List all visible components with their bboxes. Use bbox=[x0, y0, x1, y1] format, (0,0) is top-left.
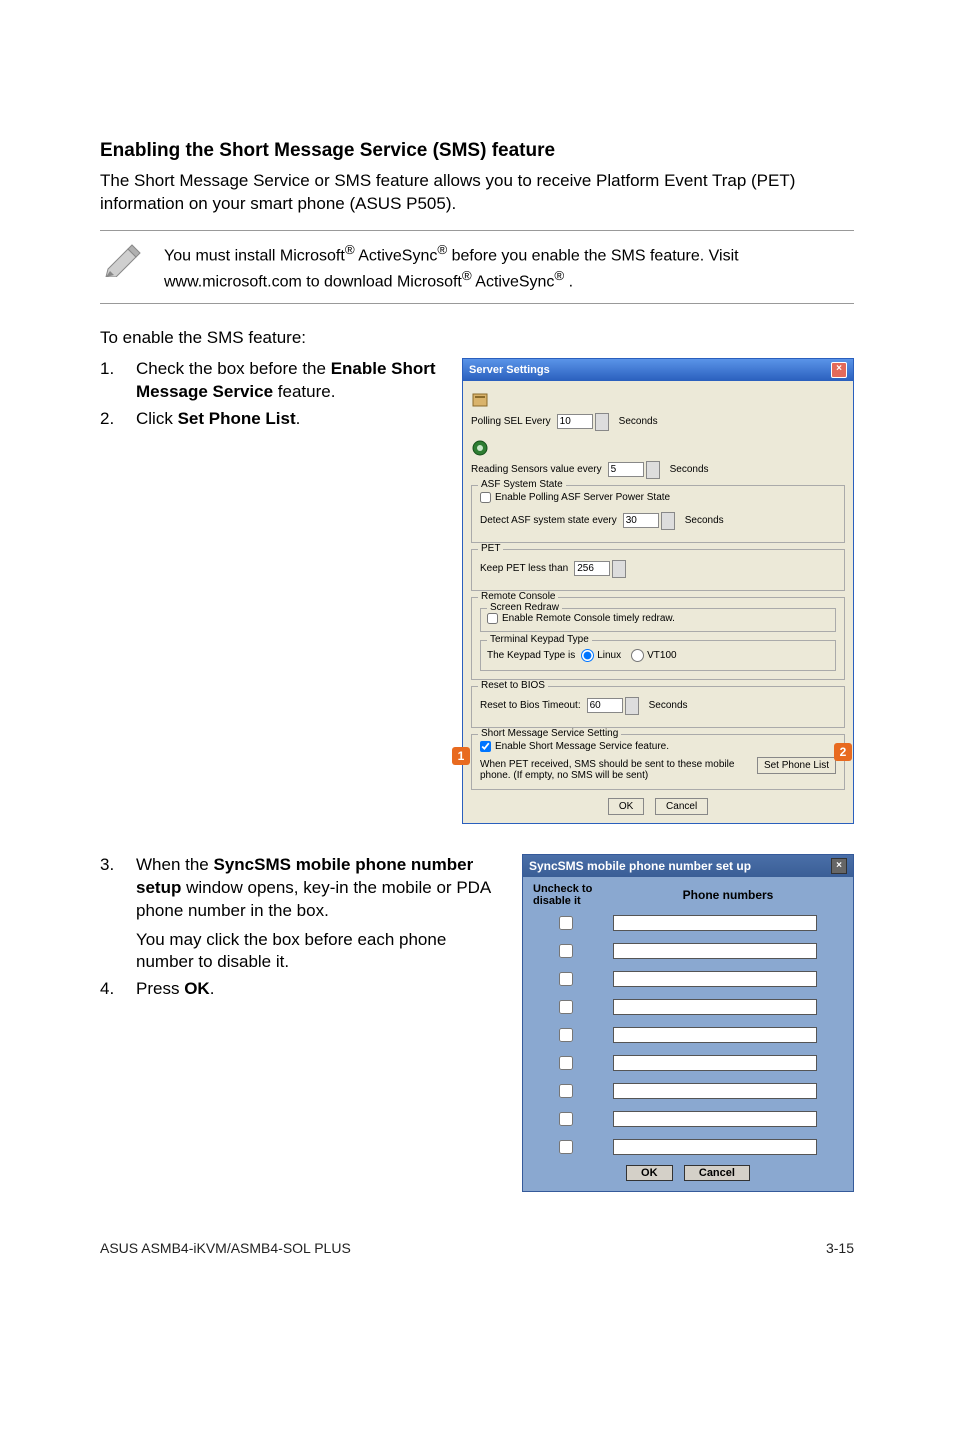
pet-fieldset: PET Keep PET less than bbox=[471, 549, 845, 591]
uncheck-header: Uncheck todisable it bbox=[533, 883, 613, 907]
page-footer: ASUS ASMB4-iKVM/ASMB4-SOL PLUS 3-15 bbox=[100, 1240, 854, 1256]
phone-number-input[interactable] bbox=[613, 915, 817, 931]
phone-row bbox=[533, 913, 843, 933]
phone-enable-checkbox[interactable] bbox=[559, 1056, 573, 1070]
close-icon[interactable]: × bbox=[831, 362, 847, 378]
footer-right: 3-15 bbox=[826, 1240, 854, 1256]
reading-input[interactable] bbox=[608, 462, 644, 477]
keypad-vt100-radio[interactable]: VT100 bbox=[631, 649, 676, 662]
sms-enable-checkbox[interactable]: Enable Short Message Service feature. bbox=[480, 741, 669, 752]
remote-legend: Remote Console bbox=[478, 591, 558, 602]
step-item: 4. Press OK. bbox=[100, 978, 504, 1001]
close-icon[interactable]: × bbox=[831, 858, 847, 874]
phone-enable-checkbox[interactable] bbox=[559, 1140, 573, 1154]
phone-number-input[interactable] bbox=[613, 1055, 817, 1071]
step-item: 1.Check the box before the Enable Short … bbox=[100, 358, 444, 404]
phone-row bbox=[533, 1025, 843, 1045]
phone-numbers-header: Phone numbers bbox=[613, 888, 843, 902]
keypad-linux-radio[interactable]: Linux bbox=[581, 649, 621, 662]
phone-number-input[interactable] bbox=[613, 999, 817, 1015]
phone-enable-checkbox[interactable] bbox=[559, 1112, 573, 1126]
phone-row bbox=[533, 941, 843, 961]
phone-row bbox=[533, 1053, 843, 1073]
screen-redraw-fieldset: Screen Redraw Enable Remote Console time… bbox=[480, 608, 836, 632]
footer-left: ASUS ASMB4-iKVM/ASMB4-SOL PLUS bbox=[100, 1240, 351, 1256]
dialog-titlebar: Server Settings × bbox=[463, 359, 853, 381]
note-text: You must install Microsoft® ActiveSync® … bbox=[164, 241, 854, 293]
asf-fieldset: ASF System State Enable Polling ASF Serv… bbox=[471, 485, 845, 543]
seconds-label: Seconds bbox=[685, 515, 724, 526]
remote-console-fieldset: Remote Console Screen Redraw Enable Remo… bbox=[471, 597, 845, 680]
sms-fieldset: Short Message Service Setting 1 Enable S… bbox=[471, 734, 845, 790]
screen-redraw-checkbox[interactable]: Enable Remote Console timely redraw. bbox=[487, 613, 675, 624]
seconds-label: Seconds bbox=[649, 700, 688, 711]
polling-input[interactable] bbox=[557, 414, 593, 429]
phone-enable-checkbox[interactable] bbox=[559, 916, 573, 930]
spin-buttons[interactable] bbox=[595, 413, 609, 431]
syncsms-title: SyncSMS mobile phone number set up bbox=[529, 859, 751, 873]
pet-input[interactable] bbox=[574, 561, 610, 576]
spin-buttons[interactable] bbox=[612, 560, 626, 578]
marker-1: 1 bbox=[452, 747, 470, 765]
keypad-legend: Terminal Keypad Type bbox=[487, 634, 592, 645]
keypad-label: The Keypad Type is bbox=[487, 650, 575, 661]
asf-legend: ASF System State bbox=[478, 479, 566, 490]
phone-row bbox=[533, 997, 843, 1017]
phone-number-input[interactable] bbox=[613, 1111, 817, 1127]
sel-icon bbox=[471, 391, 491, 409]
spin-buttons[interactable] bbox=[625, 697, 639, 715]
spin-buttons[interactable] bbox=[646, 461, 660, 479]
asf-detect-label: Detect ASF system state every bbox=[480, 515, 617, 526]
phone-enable-checkbox[interactable] bbox=[559, 1028, 573, 1042]
instr-lead: To enable the SMS feature: bbox=[100, 328, 854, 348]
reset-input[interactable] bbox=[587, 698, 623, 713]
ok-button[interactable]: OK bbox=[626, 1165, 673, 1181]
spin-buttons[interactable] bbox=[661, 512, 675, 530]
phone-enable-checkbox[interactable] bbox=[559, 972, 573, 986]
step-item: 2.Click Set Phone List. bbox=[100, 408, 444, 431]
phone-row bbox=[533, 1137, 843, 1157]
marker-2: 2 bbox=[834, 743, 852, 761]
sensor-icon bbox=[471, 439, 491, 457]
cancel-button[interactable]: Cancel bbox=[655, 798, 708, 815]
phone-number-input[interactable] bbox=[613, 1027, 817, 1043]
seconds-label: Seconds bbox=[619, 416, 658, 427]
note-block: You must install Microsoft® ActiveSync® … bbox=[100, 230, 854, 304]
phone-number-input[interactable] bbox=[613, 971, 817, 987]
keypad-fieldset: Terminal Keypad Type The Keypad Type is … bbox=[480, 640, 836, 671]
sms-legend: Short Message Service Setting bbox=[478, 728, 621, 739]
phone-number-input[interactable] bbox=[613, 1139, 817, 1155]
cancel-button[interactable]: Cancel bbox=[684, 1165, 750, 1181]
reset-legend: Reset to BIOS bbox=[478, 680, 548, 691]
phone-row bbox=[533, 1109, 843, 1129]
syncsms-titlebar: SyncSMS mobile phone number set up × bbox=[523, 855, 853, 877]
asf-enable-checkbox[interactable]: Enable Polling ASF Server Power State bbox=[480, 492, 670, 503]
server-settings-dialog: Server Settings × Polling SEL Every Seco… bbox=[462, 358, 854, 824]
phone-enable-checkbox[interactable] bbox=[559, 1084, 573, 1098]
set-phone-list-button[interactable]: Set Phone List bbox=[757, 757, 836, 774]
reset-label: Reset to Bios Timeout: bbox=[480, 700, 581, 711]
dialog-title: Server Settings bbox=[469, 364, 550, 376]
reading-label: Reading Sensors value every bbox=[471, 464, 602, 475]
screen-legend: Screen Redraw bbox=[487, 602, 562, 613]
pet-legend: PET bbox=[478, 543, 503, 554]
polling-label: Polling SEL Every bbox=[471, 416, 551, 427]
step-item: 3.When the SyncSMS mobile phone number s… bbox=[100, 854, 504, 975]
ok-button[interactable]: OK bbox=[608, 798, 644, 815]
phone-enable-checkbox[interactable] bbox=[559, 944, 573, 958]
section-title: Enabling the Short Message Service (SMS)… bbox=[100, 140, 854, 162]
phone-number-input[interactable] bbox=[613, 1083, 817, 1099]
pencil-icon bbox=[102, 241, 146, 277]
phone-row bbox=[533, 969, 843, 989]
syncsms-dialog: SyncSMS mobile phone number set up × Unc… bbox=[522, 854, 854, 1192]
phone-number-input[interactable] bbox=[613, 943, 817, 959]
intro-text: The Short Message Service or SMS feature… bbox=[100, 170, 854, 216]
seconds-label: Seconds bbox=[670, 464, 709, 475]
phone-enable-checkbox[interactable] bbox=[559, 1000, 573, 1014]
asf-detect-input[interactable] bbox=[623, 513, 659, 528]
reset-bios-fieldset: Reset to BIOS Reset to Bios Timeout: Sec… bbox=[471, 686, 845, 728]
phone-row bbox=[533, 1081, 843, 1101]
pet-label: Keep PET less than bbox=[480, 563, 568, 574]
